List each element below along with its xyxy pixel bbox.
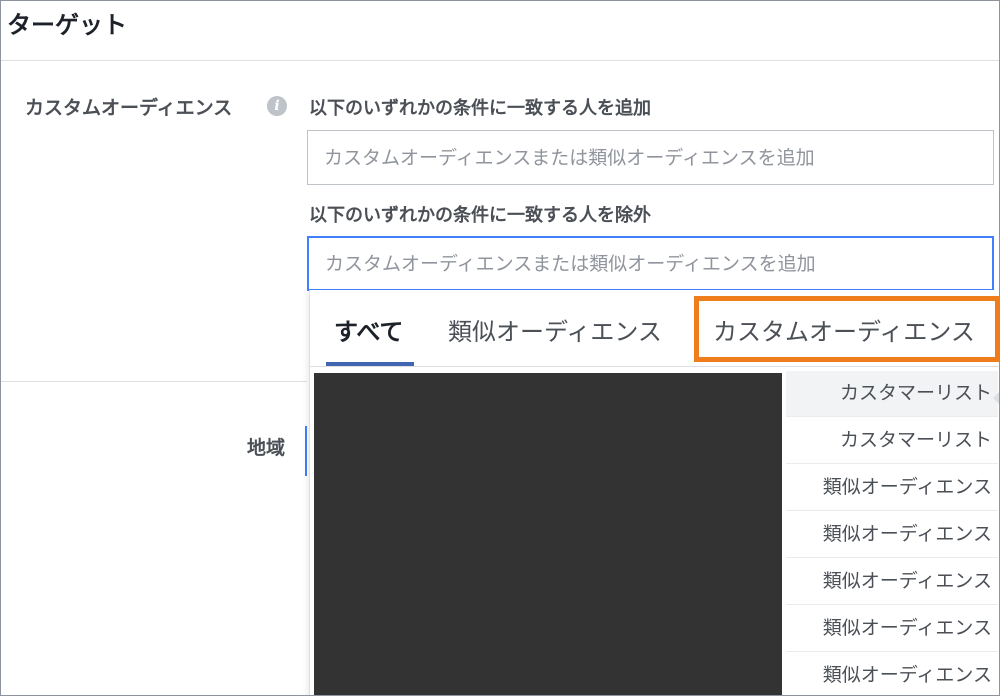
- list-item[interactable]: 類似オーディエンス: [786, 606, 998, 652]
- targeting-panel: ターゲット カスタムオーディエンス i 以下のいずれかの条件に一致する人を追加 …: [0, 0, 1000, 696]
- active-tab-indicator: [326, 362, 414, 366]
- include-audience-input[interactable]: [307, 130, 994, 185]
- tab-all[interactable]: すべて: [334, 312, 403, 347]
- region-label: 地域: [247, 437, 286, 459]
- exclude-label: 以下のいずれかの条件に一致する人を除外: [309, 205, 651, 226]
- info-icon[interactable]: i: [267, 96, 287, 116]
- region-input-edge[interactable]: [305, 426, 307, 476]
- exclude-audience-input[interactable]: [307, 236, 994, 291]
- list-item[interactable]: 類似オーディエンス: [786, 465, 998, 511]
- page-title: ターゲット: [7, 11, 127, 39]
- redacted-audience-names: [314, 373, 782, 695]
- include-label: 以下のいずれかの条件に一致する人を追加: [309, 98, 651, 119]
- custom-audience-label: カスタムオーディエンス: [25, 97, 233, 119]
- divider: [1, 60, 999, 61]
- list-item[interactable]: 類似オーディエンス: [786, 559, 998, 605]
- list-item[interactable]: 類似オーディエンス: [786, 653, 998, 695]
- tab-lookalike-audience[interactable]: 類似オーディエンス: [448, 312, 662, 347]
- list-item[interactable]: 類似オーディエンス: [786, 512, 998, 558]
- list-item[interactable]: カスタマーリスト: [786, 418, 998, 464]
- tooltip-caret: [993, 390, 999, 406]
- audience-dropdown: すべて 類似オーディエンス カスタムオーディエンス カスタマーリスト カスタマー…: [309, 290, 999, 695]
- divider: [1, 381, 307, 382]
- dropdown-tabs: すべて 類似オーディエンス カスタムオーディエンス: [310, 290, 999, 367]
- list-item[interactable]: カスタマーリスト: [786, 371, 998, 417]
- tab-highlight-box: [694, 296, 999, 362]
